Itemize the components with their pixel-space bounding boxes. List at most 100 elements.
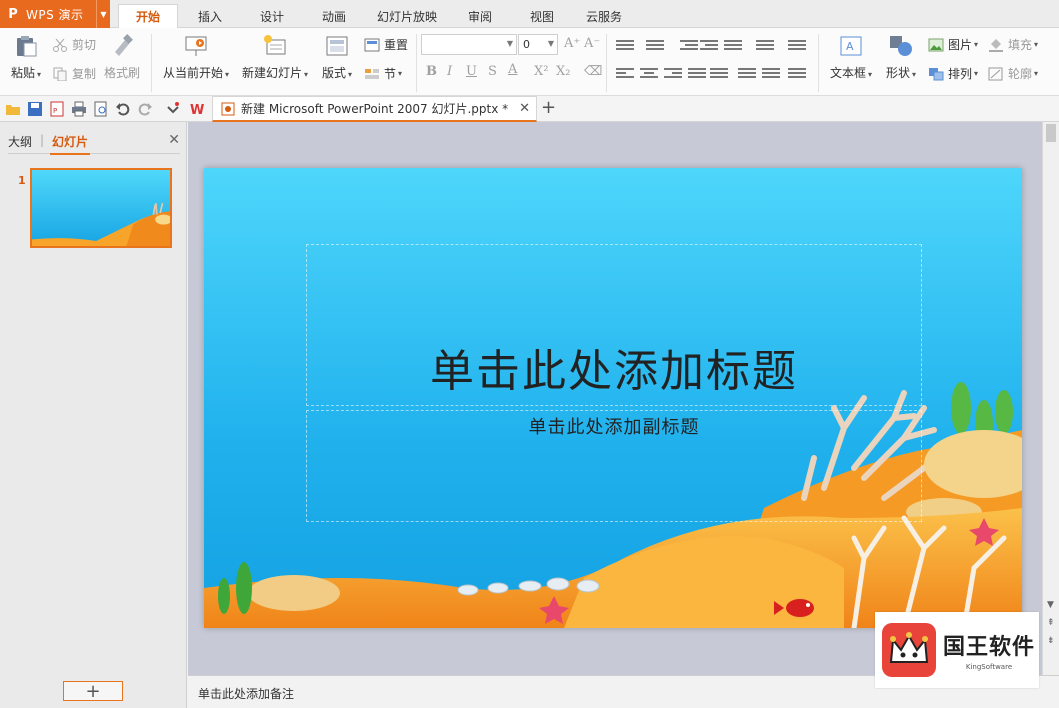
arrange-button[interactable]: 排列 ▾ (928, 65, 978, 82)
line-spacing-icon[interactable] (788, 38, 806, 54)
play-from-current-button[interactable]: 从当前开始 ▾ (160, 28, 232, 81)
text-box-button[interactable]: A 文本框 ▾ (826, 28, 876, 81)
new-slide-icon (264, 35, 286, 55)
tab-review[interactable]: 审阅 (450, 4, 510, 28)
notes-placeholder: 单击此处添加备注 (198, 687, 295, 701)
decrease-indent-icon[interactable] (680, 38, 698, 54)
panel-tabs: 大纲 | 幻灯片 (8, 130, 180, 155)
font-name-select[interactable]: ▼ (421, 34, 517, 55)
app-name: WPS 演示 (26, 7, 84, 22)
chevron-down-icon[interactable]: ▼ (96, 0, 110, 28)
distribute-icon[interactable] (710, 66, 728, 82)
section-icon (365, 68, 379, 79)
scroll-down-icon[interactable]: ▼ (1047, 600, 1054, 610)
paste-button[interactable]: 粘贴 ▾ (8, 28, 44, 81)
text-box-label: 文本框 ▾ (829, 66, 873, 80)
grow-font-button[interactable]: A⁺ (564, 36, 580, 51)
increase-indent-icon[interactable] (700, 38, 718, 54)
scrollbar-thumb[interactable] (1046, 124, 1056, 142)
customize-toolbar-icon[interactable] (165, 101, 181, 117)
copy-button[interactable]: 复制 (52, 65, 96, 82)
print-icon[interactable] (71, 101, 87, 117)
layout-button[interactable]: 版式 ▾ (318, 28, 356, 81)
tab-home[interactable]: 开始 (118, 4, 178, 28)
superscript-button[interactable]: X² (534, 64, 548, 79)
watermark-title: 国王软件 (943, 635, 1036, 660)
open-folder-icon[interactable] (5, 101, 21, 117)
outline-button[interactable]: 轮廓 ▾ (988, 65, 1038, 82)
tab-design[interactable]: 设计 (242, 4, 302, 28)
reset-icon (364, 38, 380, 51)
align-center-icon[interactable] (640, 66, 658, 82)
outline-icon (988, 67, 1003, 80)
shape-button[interactable]: 形状 ▾ (882, 28, 920, 81)
align-right-icon[interactable] (664, 66, 682, 82)
new-slide-button[interactable]: 新建幻灯片 ▾ (238, 28, 312, 81)
tab-slides[interactable]: 幻灯片 (49, 133, 91, 155)
new-tab-plus-icon[interactable]: + (541, 97, 556, 118)
shrink-font-button[interactable]: A⁻ (584, 36, 600, 51)
svg-text:W: W (190, 103, 204, 117)
tab-outline[interactable]: 大纲 (8, 133, 32, 150)
align-left-icon[interactable] (616, 66, 634, 82)
document-tab[interactable]: 新建 Microsoft PowerPoint 2007 幻灯片.pptx * … (212, 96, 537, 122)
slide-thumbnail[interactable] (30, 168, 172, 248)
pdf-export-icon[interactable]: P (49, 101, 65, 117)
print-preview-icon[interactable] (93, 101, 109, 117)
undo-icon[interactable] (115, 101, 131, 117)
picture-button[interactable]: 图片 ▾ (928, 36, 978, 53)
italic-button[interactable]: I (447, 64, 452, 79)
projector-icon (185, 36, 207, 56)
tab-slideshow[interactable]: 幻灯片放映 (366, 4, 448, 28)
bullet-list-icon[interactable] (616, 38, 634, 54)
reset-button[interactable]: 重置 (364, 36, 408, 53)
text-direction-icon[interactable] (724, 38, 742, 54)
slide-canvas[interactable]: 单击此处添加标题 单击此处添加副标题 (204, 168, 1022, 628)
title-placeholder[interactable]: 单击此处添加标题 (306, 244, 922, 406)
bold-button[interactable]: B (426, 64, 437, 79)
justify-icon[interactable] (688, 66, 706, 82)
numbered-list-icon[interactable] (646, 38, 664, 54)
add-slide-button[interactable]: + (63, 681, 123, 702)
font-size-select[interactable]: 0 ▼ (518, 34, 558, 55)
vertical-scrollbar[interactable]: ▼ ⇞ ⇟ (1042, 122, 1059, 675)
cut-label: 剪切 (72, 38, 97, 52)
previous-slide-icon[interactable]: ⇞ (1047, 618, 1055, 628)
redo-icon[interactable] (137, 101, 153, 117)
subscript-button[interactable]: X₂ (556, 64, 570, 79)
font-color-button[interactable]: A (508, 62, 517, 77)
format-painter-button[interactable]: 格式刷 (102, 28, 142, 81)
line-break-icon[interactable] (762, 66, 780, 82)
subtitle-placeholder[interactable]: 单击此处添加副标题 (306, 410, 922, 522)
close-icon[interactable]: ✕ (519, 101, 530, 116)
next-slide-icon[interactable]: ⇟ (1047, 636, 1055, 646)
tab-divider: | (40, 133, 45, 147)
more-paragraph-icon[interactable] (788, 66, 806, 82)
crown-logo-icon (882, 623, 936, 677)
cut-button[interactable]: 剪切 (52, 36, 96, 53)
tab-insert[interactable]: 插入 (180, 4, 240, 28)
app-menu-button[interactable]: P WPS 演示 ▼ (0, 0, 110, 28)
picture-label: 图片 (948, 38, 973, 52)
save-icon[interactable] (27, 101, 43, 117)
tab-view[interactable]: 视图 (512, 4, 572, 28)
brush-icon (115, 34, 133, 56)
outline-label: 轮廓 (1008, 67, 1033, 81)
clear-format-icon[interactable]: ⌫ (584, 64, 602, 79)
tab-animation[interactable]: 动画 (304, 4, 364, 28)
tab-cloud-service[interactable]: 云服务 (574, 4, 634, 28)
close-icon[interactable]: ✕ (168, 132, 180, 148)
text-box-icon: A (840, 36, 862, 56)
shadow-button[interactable]: S (488, 64, 497, 79)
fill-label: 填充 (1008, 38, 1033, 52)
format-painter-label: 格式刷 (103, 66, 140, 80)
watermark-logo: 国王软件 KingSoftware (875, 612, 1039, 688)
subtitle-placeholder-text: 单击此处添加副标题 (528, 417, 700, 438)
columns-icon[interactable] (756, 38, 774, 54)
pptx-file-icon (221, 102, 235, 115)
fill-button[interactable]: 填充 ▾ (988, 36, 1038, 53)
section-button[interactable]: 节 ▾ (364, 65, 402, 82)
underline-button[interactable]: U (466, 64, 477, 79)
paragraph-spacing-icon[interactable] (738, 66, 756, 82)
wps-logo-icon[interactable]: W (189, 101, 205, 117)
